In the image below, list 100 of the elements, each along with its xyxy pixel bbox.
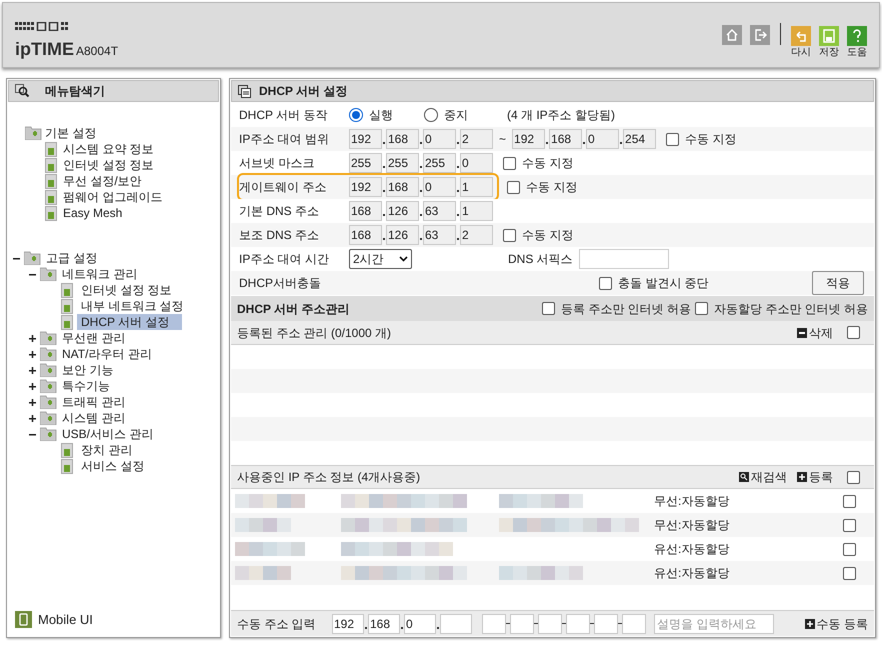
checkbox[interactable]: [694, 302, 708, 315]
octet-field[interactable]: 168: [368, 614, 400, 634]
mobile-ui-link[interactable]: Mobile UI: [38, 610, 93, 629]
tree-item[interactable]: Easy Mesh: [63, 204, 122, 222]
delete-button[interactable]: 삭제: [797, 324, 833, 342]
tree-item[interactable]: 인터넷 설정 정보: [77, 282, 176, 298]
tree-item[interactable]: 인터넷 설정 정보: [63, 156, 154, 174]
tree-group[interactable]: 시스템 관리: [62, 409, 126, 427]
octet-field[interactable]: 168: [386, 129, 419, 149]
expand-icon[interactable]: [29, 350, 36, 358]
home-button[interactable]: [722, 25, 742, 45]
octet-field[interactable]: 192: [349, 129, 382, 149]
dns-suffix-field[interactable]: [578, 249, 669, 269]
octet-field[interactable]: 255: [386, 153, 419, 173]
checkbox[interactable]: [843, 518, 856, 532]
tree-group[interactable]: 기본 설정: [45, 124, 96, 142]
octet-field[interactable]: 126: [386, 225, 419, 245]
dot-separator: [401, 626, 403, 628]
octet-field[interactable]: 1: [460, 201, 493, 221]
octet-field[interactable]: 168: [549, 129, 582, 149]
checkbox[interactable]: [847, 326, 860, 339]
octet-field[interactable]: 192: [512, 129, 546, 149]
expand-icon[interactable]: [29, 334, 36, 342]
checkbox[interactable]: [507, 180, 520, 194]
mac-field[interactable]: [566, 614, 590, 634]
octet-field[interactable]: 192: [349, 177, 382, 197]
octet-field[interactable]: 126: [386, 201, 419, 221]
checkbox[interactable]: [843, 542, 856, 556]
logout-button[interactable]: [750, 25, 770, 45]
tree-item[interactable]: 장치 관리: [77, 442, 136, 458]
dot-separator: [383, 214, 385, 216]
apply-button[interactable]: 적용: [812, 271, 864, 295]
expand-icon[interactable]: [29, 414, 36, 422]
mac-field[interactable]: [622, 614, 646, 634]
mac-field[interactable]: [482, 614, 506, 634]
tree-group[interactable]: 보안 기능: [62, 361, 114, 379]
checkbox[interactable]: [503, 156, 516, 170]
page-icon: [61, 282, 73, 298]
octet-field[interactable]: 0: [423, 177, 456, 197]
tree-group[interactable]: 네트워크 관리: [62, 265, 138, 283]
octet-field[interactable]: 0: [404, 614, 436, 634]
mac-field[interactable]: [538, 614, 562, 634]
octet-field[interactable]: 168: [386, 177, 419, 197]
octet-field[interactable]: 63: [423, 225, 456, 245]
tree-group[interactable]: 특수기능: [62, 377, 110, 395]
octet-field[interactable]: 168: [349, 201, 382, 221]
tree-group[interactable]: USB/서비스 관리: [62, 425, 154, 443]
description-field[interactable]: 설명을 입력하세요: [654, 614, 774, 634]
tree-group[interactable]: 트래픽 관리: [62, 393, 126, 411]
register-button[interactable]: 등록: [797, 468, 833, 486]
octet-field[interactable]: 2: [460, 225, 493, 245]
folder-icon: [40, 427, 58, 441]
expand-icon[interactable]: [29, 366, 36, 374]
tree-group[interactable]: 무선랜 관리: [62, 329, 126, 347]
octet-field[interactable]: 168: [349, 225, 382, 245]
tree-item[interactable]: 펌웨어 업그레이드: [63, 188, 162, 206]
octet-field[interactable]: 0: [460, 153, 493, 173]
checkbox[interactable]: [599, 276, 612, 290]
octet-field[interactable]: 1: [460, 177, 493, 197]
radio-button[interactable]: [424, 108, 438, 122]
octet-field[interactable]: 0: [423, 129, 456, 149]
octet-field[interactable]: [440, 614, 472, 634]
tree-item[interactable]: 내부 네트워크 설정: [77, 298, 188, 314]
expand-icon[interactable]: [29, 382, 36, 390]
checkbox[interactable]: [666, 132, 680, 146]
radio-button[interactable]: [349, 108, 363, 122]
tree-item[interactable]: DHCP 서버 설정: [77, 314, 182, 330]
checkbox[interactable]: [503, 228, 516, 242]
dot-separator: [457, 142, 459, 144]
tree-group[interactable]: NAT/라우터 관리: [62, 345, 152, 363]
octet-field[interactable]: 255: [349, 153, 382, 173]
octet-field[interactable]: 0: [586, 129, 620, 149]
toolbar-button[interactable]: 다시: [791, 26, 811, 59]
page-icon: [61, 314, 73, 330]
folder-icon: [40, 347, 58, 361]
octet-field[interactable]: 255: [423, 153, 456, 173]
field-label: IP주소 대여 시간: [239, 251, 330, 268]
tree-item[interactable]: 시스템 요약 정보: [63, 140, 154, 158]
octet-field[interactable]: 192: [332, 614, 364, 634]
octet-field[interactable]: 2: [460, 129, 493, 149]
tree-item[interactable]: 무선 설정/보안: [63, 172, 142, 190]
folder-icon: [40, 363, 58, 377]
checkbox[interactable]: [847, 470, 860, 484]
mac-field[interactable]: [594, 614, 618, 634]
checkbox[interactable]: [843, 566, 856, 580]
tree-item[interactable]: 서비스 설정: [77, 458, 148, 474]
sidebar-title: 메뉴탐색기: [45, 83, 105, 100]
toolbar-button[interactable]: 저장: [819, 26, 839, 59]
rescan-button[interactable]: 재검색: [739, 468, 787, 486]
mac-field[interactable]: [510, 614, 534, 634]
toolbar-button[interactable]: 도움: [847, 26, 867, 59]
octet-field[interactable]: 254: [623, 129, 656, 149]
manual-register-button[interactable]: 수동 등록: [804, 614, 868, 632]
dot-separator: [383, 166, 385, 168]
checkbox[interactable]: [843, 494, 856, 508]
expand-icon[interactable]: [29, 398, 36, 406]
tree-group[interactable]: 고급 설정: [46, 249, 98, 267]
checkbox[interactable]: [542, 302, 555, 315]
octet-field[interactable]: 63: [423, 201, 456, 221]
lease-time-select[interactable]: 2시간: [349, 249, 412, 269]
